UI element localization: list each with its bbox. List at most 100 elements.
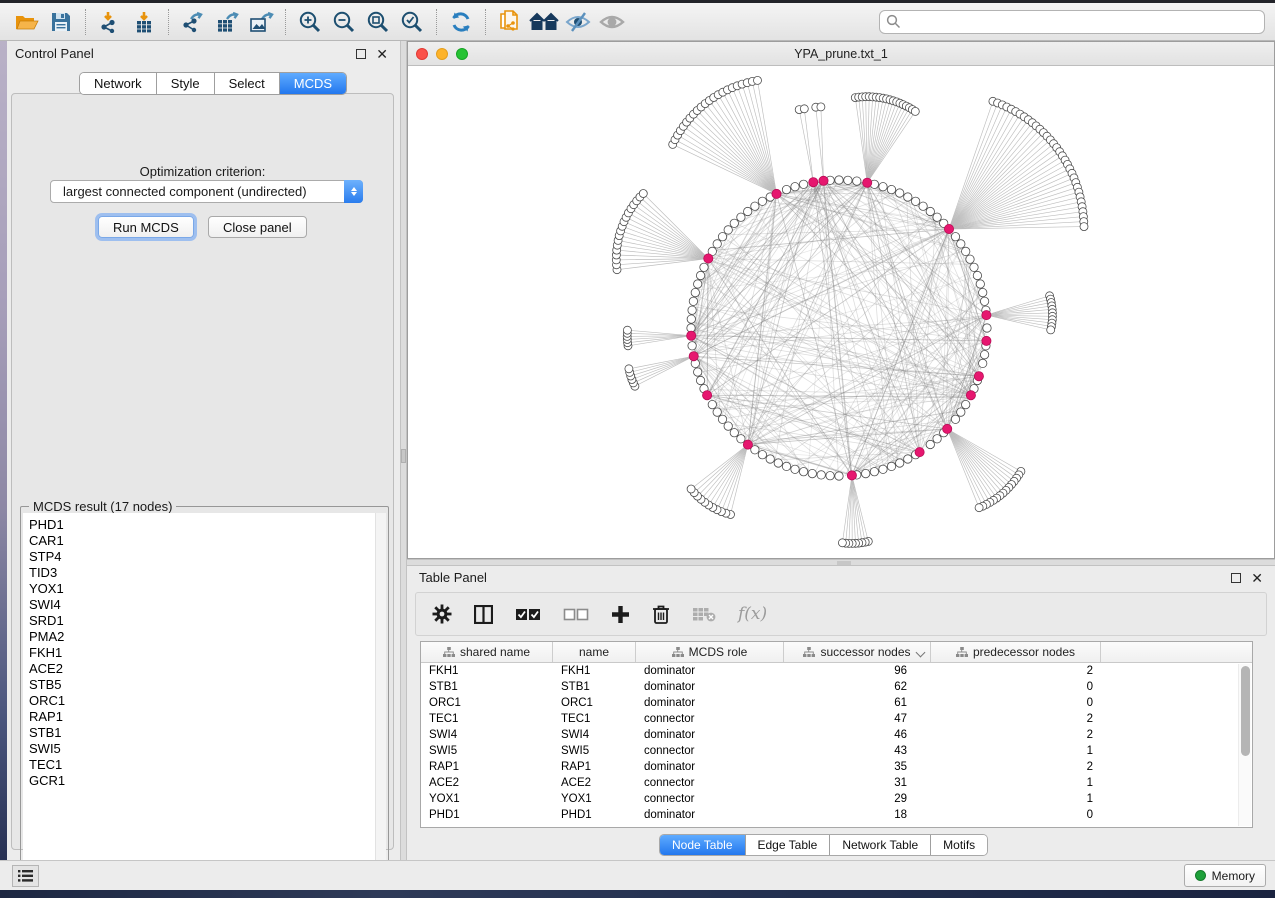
close-panel-icon[interactable]: ✕ bbox=[1251, 573, 1263, 583]
hide-selected-icon[interactable] bbox=[561, 7, 595, 37]
table-row[interactable]: ORC1ORC1dominator610 bbox=[421, 695, 1252, 711]
task-list-icon bbox=[18, 870, 33, 882]
table-scrollbar[interactable] bbox=[1238, 664, 1251, 826]
mcds-result-item[interactable]: YOX1 bbox=[29, 581, 386, 597]
column-header-successor-nodes[interactable]: successor nodes bbox=[784, 642, 931, 662]
column-header-name[interactable]: name bbox=[553, 642, 636, 662]
zoom-out-icon[interactable] bbox=[327, 7, 361, 37]
mcds-list-scrollbar[interactable] bbox=[375, 513, 386, 873]
tab-edge-table[interactable]: Edge Table bbox=[746, 835, 831, 855]
cell-successor-nodes: 35 bbox=[784, 759, 931, 775]
task-history-button[interactable] bbox=[12, 865, 39, 887]
zoom-selected-icon[interactable] bbox=[395, 7, 429, 37]
delete-column-icon[interactable] bbox=[652, 604, 670, 624]
tab-node-table[interactable]: Node Table bbox=[660, 835, 746, 855]
column-header-predecessor-nodes[interactable]: predecessor nodes bbox=[931, 642, 1101, 662]
cell-successor-nodes: 61 bbox=[784, 695, 931, 711]
cell-predecessor-nodes: 0 bbox=[931, 679, 1101, 695]
table-row[interactable]: SWI4SWI4dominator462 bbox=[421, 727, 1252, 743]
mcds-result-item[interactable]: STB1 bbox=[29, 725, 386, 741]
search-input[interactable] bbox=[901, 15, 1258, 29]
close-panel-icon[interactable]: ✕ bbox=[376, 49, 388, 59]
table-row[interactable]: SWI5SWI5connector431 bbox=[421, 743, 1252, 759]
horizontal-splitter[interactable] bbox=[407, 559, 1275, 566]
mcds-result-item[interactable]: PMA2 bbox=[29, 629, 386, 645]
table-row[interactable]: RAP1RAP1dominator352 bbox=[421, 759, 1252, 775]
deselect-all-icon[interactable] bbox=[563, 608, 589, 621]
tab-mcds[interactable]: MCDS bbox=[280, 73, 346, 94]
select-all-icon[interactable] bbox=[515, 608, 541, 621]
mcds-result-item[interactable]: CAR1 bbox=[29, 533, 386, 549]
scrollbar-thumb[interactable] bbox=[1241, 666, 1250, 756]
column-header-shared-name[interactable]: shared name bbox=[421, 642, 553, 662]
settings-icon[interactable] bbox=[432, 604, 452, 624]
clone-network-icon[interactable] bbox=[493, 7, 527, 37]
import-network-icon[interactable] bbox=[93, 7, 127, 37]
table-panel-title: Table Panel bbox=[419, 570, 487, 585]
split-columns-icon[interactable] bbox=[474, 605, 493, 624]
mcds-result-item[interactable]: TEC1 bbox=[29, 757, 386, 773]
column-header-MCDS-role[interactable]: MCDS role bbox=[636, 642, 784, 662]
search-box[interactable] bbox=[879, 10, 1265, 34]
mcds-result-item[interactable]: SWI5 bbox=[29, 741, 386, 757]
network-graph[interactable] bbox=[408, 66, 1274, 558]
run-mcds-button[interactable]: Run MCDS bbox=[98, 216, 194, 238]
add-column-icon[interactable] bbox=[611, 605, 630, 624]
cell-shared-name: PHD1 bbox=[421, 807, 553, 823]
cell-successor-nodes: 47 bbox=[784, 711, 931, 727]
mcds-result-item[interactable]: SRD1 bbox=[29, 613, 386, 629]
mcds-result-item[interactable]: TID3 bbox=[29, 565, 386, 581]
table-row[interactable]: YOX1YOX1connector291 bbox=[421, 791, 1252, 807]
import-table-icon[interactable] bbox=[127, 7, 161, 37]
tab-motifs[interactable]: Motifs bbox=[931, 835, 987, 855]
mcds-result-item[interactable]: FKH1 bbox=[29, 645, 386, 661]
mcds-result-item[interactable]: ACE2 bbox=[29, 661, 386, 677]
mcds-result-item[interactable]: RAP1 bbox=[29, 709, 386, 725]
export-network-icon[interactable] bbox=[176, 7, 210, 37]
mcds-result-item[interactable]: GCR1 bbox=[29, 773, 386, 789]
cell-MCDS-role: connector bbox=[636, 711, 784, 727]
tab-select[interactable]: Select bbox=[215, 73, 280, 94]
float-panel-icon[interactable] bbox=[356, 49, 366, 59]
export-table-icon[interactable] bbox=[210, 7, 244, 37]
open-file-icon[interactable] bbox=[10, 7, 44, 37]
table-row[interactable]: FKH1FKH1dominator962 bbox=[421, 663, 1252, 679]
memory-label: Memory bbox=[1212, 869, 1255, 883]
zoom-in-icon[interactable] bbox=[293, 7, 327, 37]
table-toolbar: f(x) bbox=[415, 592, 1267, 636]
export-image-icon[interactable] bbox=[244, 7, 278, 37]
zoom-fit-icon[interactable] bbox=[361, 7, 395, 37]
network-window-titlebar[interactable]: YPA_prune.txt_1 bbox=[408, 42, 1274, 66]
memory-button[interactable]: Memory bbox=[1184, 864, 1266, 887]
apply-layout-icon[interactable] bbox=[444, 7, 478, 37]
mcds-result-item[interactable]: STB5 bbox=[29, 677, 386, 693]
cell-predecessor-nodes: 2 bbox=[931, 727, 1101, 743]
network-canvas[interactable] bbox=[408, 66, 1274, 558]
table-row[interactable]: STB1STB1dominator620 bbox=[421, 679, 1252, 695]
cell-MCDS-role: dominator bbox=[636, 695, 784, 711]
table-row[interactable]: TEC1TEC1connector472 bbox=[421, 711, 1252, 727]
mcds-result-item[interactable]: STP4 bbox=[29, 549, 386, 565]
splitter-grip[interactable] bbox=[401, 449, 406, 463]
cell-predecessor-nodes: 1 bbox=[931, 743, 1101, 759]
table-row[interactable]: ACE2ACE2connector311 bbox=[421, 775, 1252, 791]
optimization-criterion-select[interactable]: largest connected component (undirected) bbox=[50, 180, 363, 203]
float-panel-icon[interactable] bbox=[1231, 573, 1241, 583]
show-all-icon[interactable] bbox=[595, 7, 629, 37]
cell-shared-name: TEC1 bbox=[421, 711, 553, 727]
mcds-result-item[interactable]: SWI4 bbox=[29, 597, 386, 613]
splitter-grip[interactable] bbox=[837, 561, 851, 565]
cell-MCDS-role: connector bbox=[636, 775, 784, 791]
mcds-result-item[interactable]: PHD1 bbox=[29, 517, 386, 533]
mcds-result-item[interactable]: ORC1 bbox=[29, 693, 386, 709]
close-panel-button[interactable]: Close panel bbox=[208, 216, 307, 238]
tab-style[interactable]: Style bbox=[157, 73, 215, 94]
mcds-result-list[interactable]: PHD1CAR1STP4TID3YOX1SWI4SRD1PMA2FKH1ACE2… bbox=[23, 513, 386, 873]
table-row[interactable]: PHD1PHD1dominator180 bbox=[421, 807, 1252, 823]
control-panel-title: Control Panel bbox=[15, 46, 94, 61]
vertical-splitter[interactable] bbox=[400, 41, 407, 860]
save-session-icon[interactable] bbox=[44, 7, 78, 37]
show-networks-icon[interactable] bbox=[527, 7, 561, 37]
tab-network[interactable]: Network bbox=[80, 73, 157, 94]
tab-network-table[interactable]: Network Table bbox=[830, 835, 931, 855]
